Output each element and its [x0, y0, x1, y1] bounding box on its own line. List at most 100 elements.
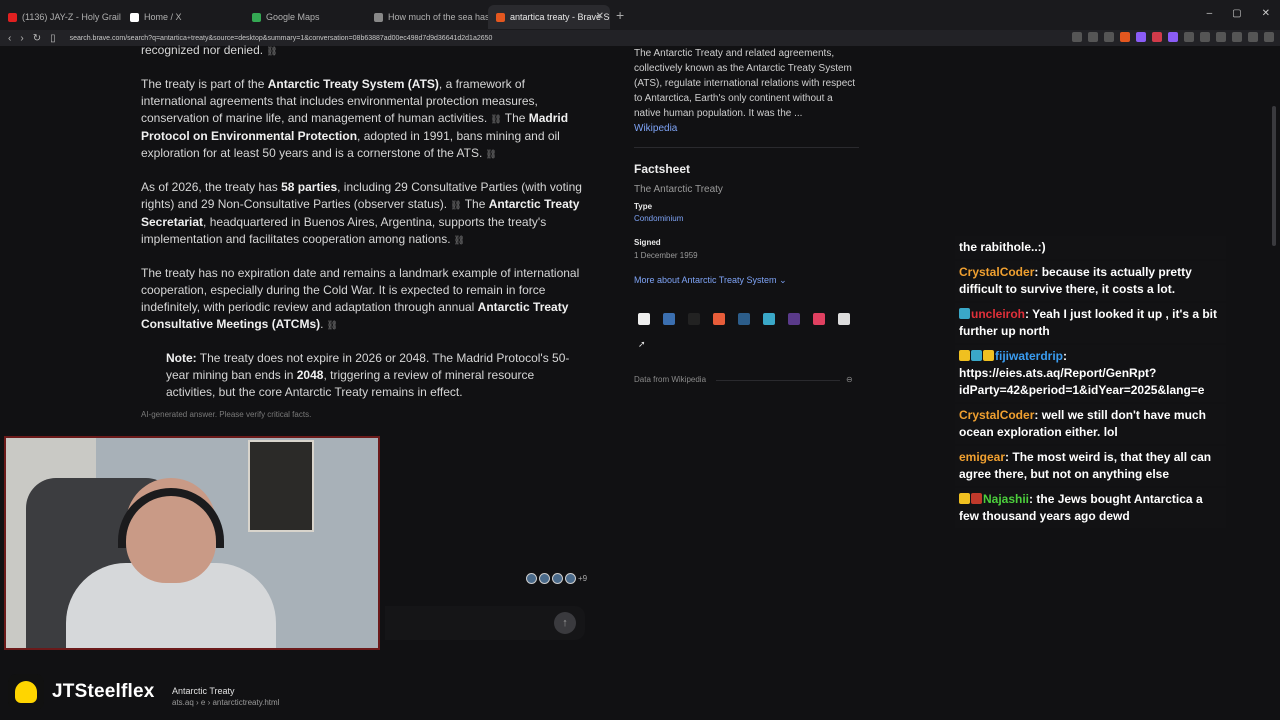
source-icon[interactable]	[713, 313, 725, 325]
type-label: Type	[634, 202, 653, 211]
search-result-title[interactable]: Antarctic Treaty	[172, 686, 235, 696]
menu-icon[interactable]	[1264, 32, 1274, 42]
chat-message: CrystalCoder: because its actually prett…	[955, 261, 1226, 301]
tab-google-maps[interactable]: Google Maps	[244, 5, 366, 29]
sidebar-icon[interactable]	[1232, 32, 1242, 42]
factsheet-subtitle: The Antarctic Treaty	[634, 184, 723, 195]
puzzle-icon[interactable]	[1200, 32, 1210, 42]
tab-sea-exploration[interactable]: How much of the sea has been expl	[366, 5, 488, 29]
x-icon	[130, 12, 139, 22]
source-avatars[interactable]: +9	[526, 573, 587, 584]
link-icon[interactable]: ⛓	[490, 114, 501, 124]
source-icon[interactable]	[838, 313, 850, 325]
source-avatar	[526, 573, 537, 584]
source-icon[interactable]	[688, 313, 700, 325]
media-icon[interactable]	[1216, 32, 1226, 42]
tab-label: Google Maps	[266, 12, 320, 22]
type-value[interactable]: Condominium	[634, 214, 683, 223]
ai-disclaimer: AI-generated answer. Please verify criti…	[141, 410, 312, 419]
webcam-overlay	[4, 436, 380, 650]
extension-icon[interactable]	[1152, 32, 1162, 42]
zoom-icon[interactable]	[1072, 32, 1082, 42]
crown-icon	[959, 350, 970, 361]
answer-note: Note: The treaty does not expire in 2026…	[166, 351, 570, 399]
brave-shield-icon[interactable]	[1120, 32, 1130, 42]
extensions-bar	[1072, 32, 1274, 42]
forward-icon[interactable]: ›	[20, 33, 23, 44]
crown-icon	[959, 493, 970, 504]
source-icon[interactable]	[788, 313, 800, 325]
tab-brave-search[interactable]: antartica treaty - Brave Search✕	[488, 5, 610, 29]
wikipedia-link[interactable]: Wikipedia	[634, 123, 677, 134]
source-avatar	[565, 573, 576, 584]
source-avatar	[552, 573, 563, 584]
link-icon[interactable]: ⛓	[454, 235, 465, 245]
tab-jayz[interactable]: (1136) JAY-Z - Holy Grail ft. Justin Tim	[0, 5, 122, 29]
chevron-down-icon: ⌄	[779, 275, 787, 285]
bookmark-icon[interactable]: ▯	[50, 33, 56, 44]
link-icon[interactable]: ⛓	[485, 149, 496, 159]
chat-message: the rabithole..:)	[955, 236, 1226, 259]
tab-x-home[interactable]: Home / X	[122, 5, 244, 29]
share-icon[interactable]	[1088, 32, 1098, 42]
info-summary: The Antarctic Treaty and related agreeme…	[634, 48, 856, 119]
wallet-icon[interactable]	[1248, 32, 1258, 42]
window-controls: – ▢ ✕	[1207, 8, 1270, 19]
page-icon	[374, 12, 383, 22]
close-window-icon[interactable]: ✕	[1262, 8, 1270, 19]
extension-icon[interactable]	[1136, 32, 1146, 42]
tab-label: (1136) JAY-Z - Holy Grail ft. Justin Tim	[22, 12, 122, 22]
source-icon[interactable]	[813, 313, 825, 325]
divider	[634, 147, 859, 148]
reload-icon[interactable]: ↻	[33, 33, 41, 44]
badge-icon	[971, 493, 982, 504]
scrollbar[interactable]	[1272, 106, 1276, 246]
link-icon[interactable]: ⛓	[266, 46, 277, 56]
chat-message: CrystalCoder: well we still don't have m…	[955, 404, 1226, 444]
source-icon[interactable]	[663, 313, 675, 325]
chat-message: fijiwaterdrip: https://eies.ats.aq/Repor…	[955, 345, 1226, 402]
divider	[716, 380, 840, 381]
maximize-icon[interactable]: ▢	[1232, 8, 1241, 19]
source-icon[interactable]	[738, 313, 750, 325]
maps-icon	[252, 12, 261, 22]
badge-icon	[983, 350, 994, 361]
link-icon[interactable]: ⛓	[450, 200, 461, 210]
minimize-icon[interactable]: –	[1207, 8, 1213, 19]
snapchat-icon	[8, 674, 44, 710]
close-tab-icon[interactable]: ✕	[596, 11, 604, 22]
address-bar[interactable]: search.brave.com/search?q=antartica+trea…	[70, 35, 493, 42]
chat-message: emigear: The most weird is, that they al…	[955, 446, 1226, 486]
info-icon[interactable]: ⊖	[846, 375, 853, 384]
signed-label: Signed	[634, 238, 661, 247]
data-from-label: Data from Wikipedia	[634, 375, 707, 384]
factsheet-title: Factsheet	[634, 162, 691, 176]
wikipedia-icon[interactable]	[638, 313, 650, 325]
page-content: recognized nor denied. ⛓ The treaty is pa…	[0, 43, 1280, 720]
extension-icon[interactable]	[1184, 32, 1194, 42]
source-avatar	[539, 573, 550, 584]
badge-icon	[959, 308, 970, 319]
source-icon[interactable]: ➚	[638, 339, 648, 349]
info-panel: The Antarctic Treaty and related agreeme…	[634, 46, 862, 136]
source-count: +9	[578, 574, 588, 583]
search-result-url[interactable]: ats.aq › e › antarctictreaty.html	[172, 698, 279, 707]
star-icon[interactable]	[1104, 32, 1114, 42]
source-icon[interactable]	[763, 313, 775, 325]
back-icon[interactable]: ‹	[8, 33, 11, 44]
streamer-name: JTSteelflex	[52, 681, 155, 702]
link-icon[interactable]: ⛓	[326, 320, 337, 330]
more-about-link[interactable]: More about Antarctic Treaty System ⌄	[634, 275, 787, 286]
extension-icon[interactable]	[1168, 32, 1178, 42]
new-tab-icon[interactable]: +	[616, 7, 624, 23]
tab-label: Home / X	[144, 12, 182, 22]
answer-paragraph: recognized nor denied. ⛓	[141, 43, 278, 57]
answer-paragraph: The treaty is part of the Antarctic Trea…	[141, 77, 569, 160]
ai-answer: recognized nor denied. ⛓ The treaty is pa…	[141, 43, 586, 417]
streamer-brand: JTSteelflex	[8, 674, 155, 710]
answer-paragraph: The treaty has no expiration date and re…	[141, 266, 580, 331]
badge-icon	[971, 350, 982, 361]
send-button[interactable]: ↑	[554, 612, 576, 634]
chat-message: uncleiroh: Yeah I just looked it up , it…	[955, 303, 1226, 343]
signed-value: 1 December 1959	[634, 251, 698, 260]
